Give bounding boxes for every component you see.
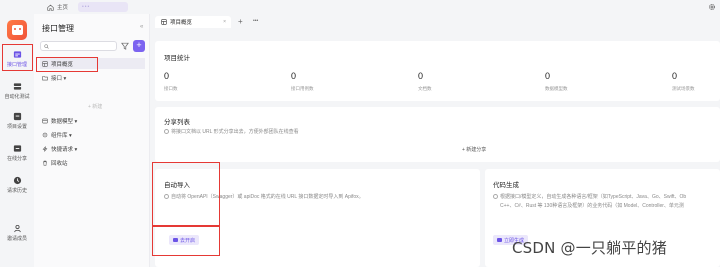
- sidebar-item-label: 接口 ▾: [51, 75, 67, 82]
- trash-icon: [43, 160, 47, 166]
- project-settings-icon: [13, 112, 21, 121]
- gear-icon[interactable]: [708, 3, 716, 11]
- stat-label: 测试场景数: [672, 86, 695, 91]
- codegen-title: 代码生成: [493, 182, 519, 189]
- watermark: CSDN @一只躺平的猪: [512, 239, 667, 257]
- share-description: 将接口文档以 URL 形式分享出去，方便外部团队在线查看: [164, 128, 299, 135]
- rail-label: 项目设置: [6, 124, 27, 130]
- online-share-icon: [13, 145, 21, 152]
- stat-value: 0: [291, 71, 297, 81]
- rail-label: 请求历史: [6, 188, 27, 194]
- folder-icon: [42, 75, 48, 80]
- rail-item-request-history[interactable]: 请求历史: [0, 176, 34, 194]
- add-button[interactable]: +: [133, 40, 145, 52]
- new-placeholder[interactable]: + 新建: [88, 103, 102, 110]
- rail-label: 自动化测试: [4, 94, 30, 100]
- sidebar-title: 接口管理: [42, 24, 74, 33]
- collapse-icon[interactable]: «: [140, 24, 143, 30]
- highlight-box-auto-import: [152, 162, 220, 226]
- sidebar-item-label: 回收站: [51, 160, 68, 167]
- stats-title: 项目统计: [164, 55, 190, 62]
- top-bar: 主页 •••: [0, 0, 720, 14]
- sidebar-item-label: 快捷请求 ▾: [51, 146, 78, 153]
- share-card: 分享列表 将接口文档以 URL 形式分享出去，方便外部团队在线查看: [155, 107, 720, 162]
- rail-item-automation-test[interactable]: 自动化测试: [0, 82, 34, 100]
- logo-face-icon: [11, 25, 23, 35]
- close-icon[interactable]: ×: [223, 19, 226, 25]
- sidebar-item-label: 数据模型 ▾: [51, 118, 78, 125]
- more-tabs-button[interactable]: •••: [253, 18, 258, 24]
- stat-label: 接口用例数: [291, 86, 314, 91]
- invite-member-icon: [13, 224, 21, 233]
- sidebar-item-component-library[interactable]: 组件库 ▾: [40, 129, 145, 140]
- info-icon: [493, 193, 498, 199]
- search-input[interactable]: [40, 41, 117, 51]
- stat-value: 0: [418, 71, 424, 81]
- lightning-icon: [42, 145, 48, 152]
- tab-label: 项目概览: [170, 20, 193, 26]
- main-content: 项目概览 × + ••• 项目统计 0 接口数 0 接口用例数 0 文档数 0 …: [150, 14, 720, 267]
- generate-icon: [497, 238, 502, 242]
- project-tab-dots: •••: [82, 4, 91, 10]
- rail-item-invite-member[interactable]: 邀请成员: [0, 224, 34, 242]
- automation-test-icon: [13, 83, 21, 90]
- rail-item-project-settings[interactable]: 项目设置: [0, 112, 34, 130]
- sidebar-item-quick-request[interactable]: 快捷请求 ▾: [40, 143, 145, 154]
- app-logo[interactable]: [7, 20, 27, 40]
- sidebar-item-api[interactable]: 接口 ▾: [40, 72, 145, 83]
- filter-icon[interactable]: [121, 42, 129, 50]
- rail-label: 邀请成员: [6, 236, 27, 242]
- stat-value: 0: [672, 71, 678, 81]
- codegen-description-line2: C++、C#、Rust 等 130种语言及框架）的业务代码（如 Model、Co…: [500, 203, 684, 209]
- data-model-icon: [42, 118, 48, 123]
- sidebar-item-label: 组件库 ▾: [51, 132, 72, 139]
- search-icon: [44, 44, 49, 49]
- home-icon: [47, 4, 54, 11]
- stats-card: 项目统计 0 接口数 0 接口用例数 0 文档数 0 数据模型数 0 测试场景数: [155, 41, 720, 101]
- tab-bar: 项目概览 × + •••: [150, 14, 720, 28]
- request-history-icon: [13, 176, 21, 185]
- overview-tab-icon: [161, 19, 167, 25]
- sidebar-item-data-model[interactable]: 数据模型 ▾: [40, 115, 145, 126]
- stat-value: 0: [545, 71, 551, 81]
- new-tab-button[interactable]: +: [238, 17, 243, 26]
- tab-overview[interactable]: 项目概览 ×: [155, 16, 231, 28]
- stat-label: 数据模型数: [545, 86, 568, 91]
- highlight-box-overview: [36, 57, 98, 72]
- highlight-box-rail: [2, 44, 33, 71]
- stat-label: 接口数: [164, 86, 178, 91]
- share-title: 分享列表: [164, 119, 190, 126]
- project-tab[interactable]: •••: [78, 2, 128, 12]
- new-share-button[interactable]: + 新建分享: [462, 146, 486, 153]
- sidebar-item-recycle-bin[interactable]: 回收站: [40, 157, 145, 168]
- highlight-box-enable-button: [152, 226, 220, 256]
- home-tab[interactable]: 主页: [47, 3, 68, 11]
- info-icon: [164, 128, 169, 134]
- home-label: 主页: [57, 5, 69, 11]
- codegen-description-line1: 根据接口/模型定义，自动生成各种语言/框架（如TypeScript、Java、G…: [493, 193, 686, 200]
- rail-item-online-share[interactable]: 在线分享: [0, 144, 34, 162]
- stat-label: 文档数: [418, 86, 432, 91]
- api-sidebar: 接口管理 « + 项目概览 接口 ▾ + 新建 数据模型 ▾ 组件库 ▾ 快捷请…: [34, 14, 150, 267]
- component-icon: [42, 132, 48, 137]
- rail-label: 在线分享: [6, 156, 27, 162]
- stat-value: 0: [164, 71, 170, 81]
